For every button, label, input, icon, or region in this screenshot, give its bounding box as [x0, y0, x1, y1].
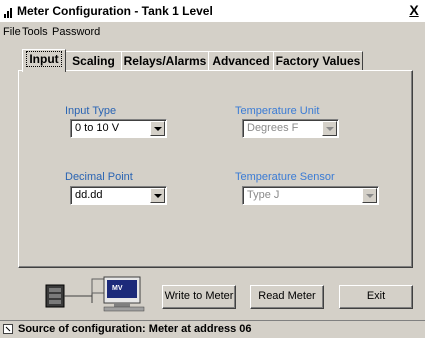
chevron-down-icon[interactable] [150, 188, 165, 203]
tab-relays-alarms[interactable]: Relays/Alarms [121, 51, 209, 71]
chevron-down-icon[interactable] [150, 121, 165, 136]
meter-connection-icon: MV [45, 276, 145, 312]
temperature-sensor-label: Temperature Sensor [235, 171, 335, 183]
close-button[interactable]: X [407, 2, 421, 18]
chevron-down-icon [362, 188, 377, 203]
read-meter-button[interactable]: Read Meter [250, 285, 324, 309]
temperature-sensor-select: Type J [242, 186, 379, 205]
input-type-label: Input Type [65, 105, 117, 117]
menu-password[interactable]: Password [52, 26, 100, 38]
meter-configuration-window: Meter Configuration - Tank 1 Level X Fil… [0, 0, 425, 337]
exit-button[interactable]: Exit [339, 285, 413, 309]
info-icon [3, 324, 13, 334]
chevron-down-icon [322, 121, 337, 136]
write-to-meter-button[interactable]: Write to Meter [162, 285, 236, 309]
meter-badge-text: MV [112, 285, 123, 292]
tab-factory-values[interactable]: Factory Values [273, 51, 363, 71]
window-title: Meter Configuration - Tank 1 Level [17, 4, 213, 18]
menu-tools[interactable]: Tools [22, 26, 48, 38]
signal-bars-icon [4, 6, 14, 18]
tab-scaling[interactable]: Scaling [65, 51, 122, 71]
decimal-point-select[interactable]: dd.dd [70, 186, 167, 205]
temperature-unit-label: Temperature Unit [235, 105, 320, 117]
temperature-unit-select: Degrees F [242, 119, 339, 138]
decimal-point-label: Decimal Point [65, 171, 133, 183]
title-bar: Meter Configuration - Tank 1 Level X [0, 0, 425, 22]
menu-file[interactable]: File [3, 26, 21, 38]
tab-advanced[interactable]: Advanced [208, 51, 274, 71]
status-text: Source of configuration: Meter at addres… [18, 323, 252, 335]
input-tab-panel: Input Type 0 to 10 V Temperature Unit De… [18, 70, 413, 268]
tab-input[interactable]: Input [22, 49, 66, 72]
input-type-select[interactable]: 0 to 10 V [70, 119, 167, 138]
status-bar: Source of configuration: Meter at addres… [0, 320, 425, 338]
